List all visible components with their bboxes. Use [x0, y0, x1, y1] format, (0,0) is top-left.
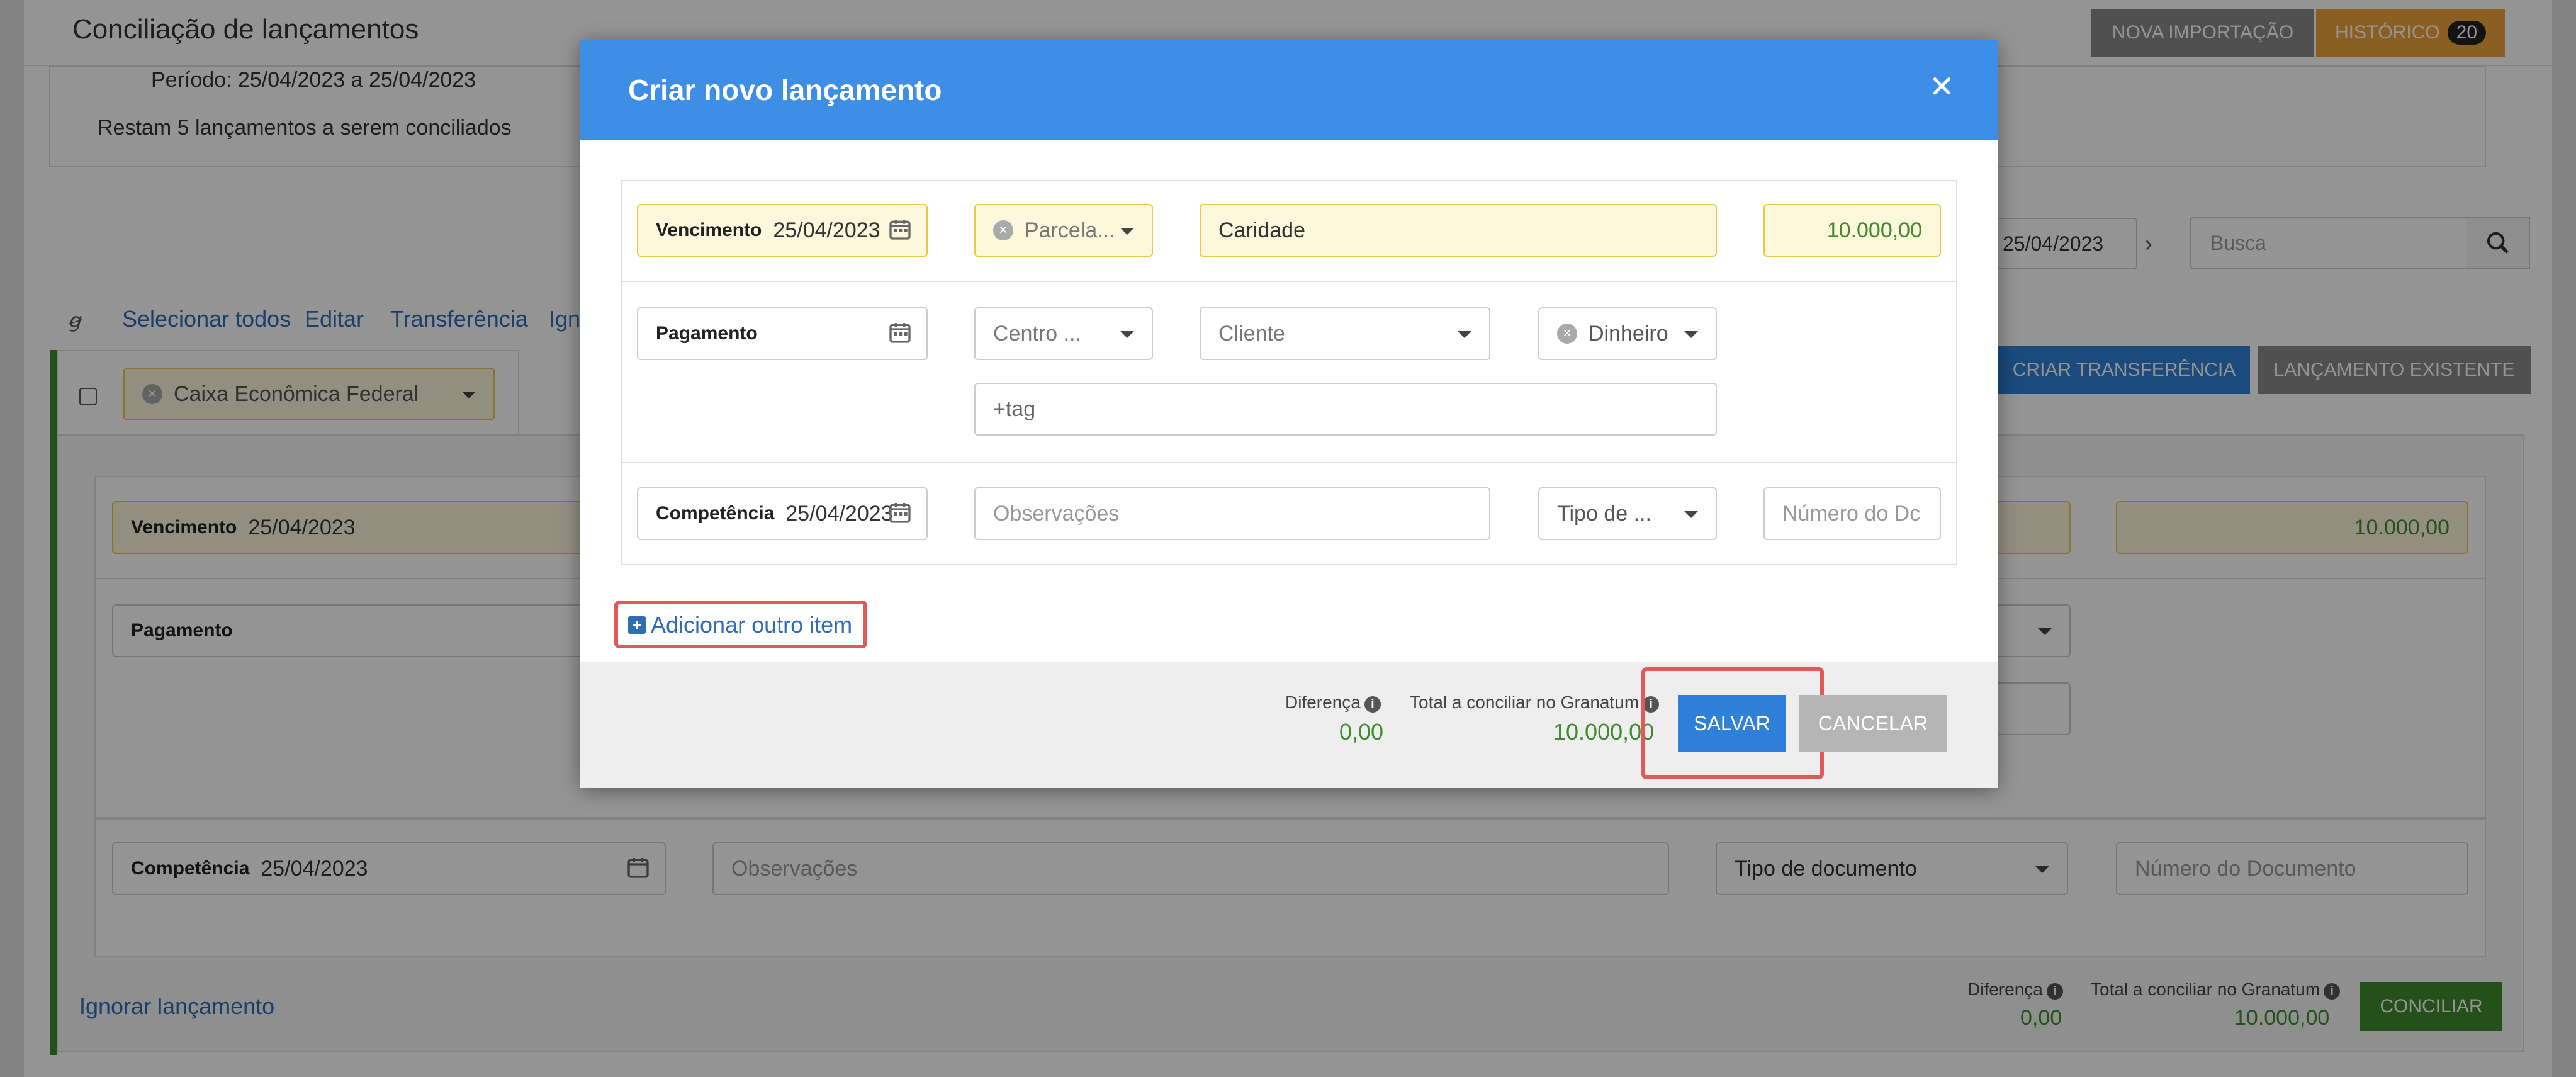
chevron-down-icon [1120, 331, 1134, 338]
parcela-select[interactable]: × Parcela... [974, 204, 1153, 257]
pagamento-field[interactable]: Pagamento [637, 307, 928, 360]
plus-icon: + [628, 616, 646, 634]
valor-field[interactable]: 10.000,00 [1763, 204, 1941, 257]
total-label: Total a conciliar no Granatum i [1410, 692, 1660, 713]
cancelar-button[interactable]: CANCELAR [1799, 695, 1947, 752]
row-divider [622, 462, 1956, 463]
clear-icon[interactable]: × [993, 220, 1013, 240]
competencia-label: Competência [656, 503, 775, 524]
chevron-down-icon [1120, 228, 1134, 235]
forma-pagamento-select[interactable]: × Dinheiro [1538, 307, 1717, 360]
row-divider [622, 281, 1956, 282]
clear-icon[interactable]: × [1557, 324, 1577, 344]
centro-value: Centro ... [993, 321, 1081, 346]
chevron-down-icon [1684, 331, 1698, 338]
chevron-down-icon [1458, 331, 1471, 338]
centro-select[interactable]: Centro ... [974, 307, 1153, 360]
parcela-value: Parcela... [1025, 218, 1115, 242]
diferenca-value: 0,00 [1339, 719, 1384, 745]
chevron-down-icon [1684, 511, 1698, 518]
competencia-field[interactable]: Competência 25/04/2023 [637, 487, 928, 540]
tipo-select[interactable]: Tipo de ... [1538, 487, 1717, 540]
forma-pagamento-value: Dinheiro [1589, 321, 1668, 346]
vencimento-value: 25/04/2023 [773, 218, 880, 242]
cliente-value: Cliente [1218, 321, 1285, 346]
vencimento-label: Vencimento [656, 220, 762, 240]
calendar-icon[interactable] [887, 217, 913, 242]
info-icon: i [1364, 696, 1381, 713]
vencimento-field[interactable]: Vencimento 25/04/2023 [637, 204, 928, 257]
valor-value: 10.000,00 [1826, 218, 1922, 242]
salvar-button[interactable]: SALVAR [1678, 695, 1786, 752]
modal-title: Criar novo lançamento [628, 74, 942, 106]
adicionar-label: Adicionar outro item [651, 612, 853, 638]
tag-input[interactable]: +tag [974, 383, 1717, 436]
calendar-icon[interactable] [887, 320, 913, 345]
criar-lancamento-modal: Criar novo lançamento × Vencimento 25/04… [580, 40, 1998, 788]
tipo-value: Tipo de ... [1557, 501, 1651, 526]
pagamento-label: Pagamento [656, 323, 758, 344]
close-icon[interactable]: × [1930, 65, 1954, 106]
cliente-select[interactable]: Cliente [1200, 307, 1490, 360]
adicionar-item-link[interactable]: + Adicionar outro item [628, 612, 852, 638]
diferenca-label: Diferença i [1285, 692, 1381, 713]
numero-documento-field[interactable]: Número do Dc [1763, 487, 1941, 540]
modal-form: Vencimento 25/04/2023 × Parcela... Carid… [621, 180, 1957, 565]
total-value: 10.000,00 [1553, 719, 1655, 745]
calendar-icon[interactable] [887, 500, 913, 525]
competencia-value: 25/04/2023 [785, 501, 893, 526]
descricao-field[interactable]: Caridade [1200, 204, 1717, 257]
observacoes-field[interactable]: Observações [974, 487, 1490, 540]
